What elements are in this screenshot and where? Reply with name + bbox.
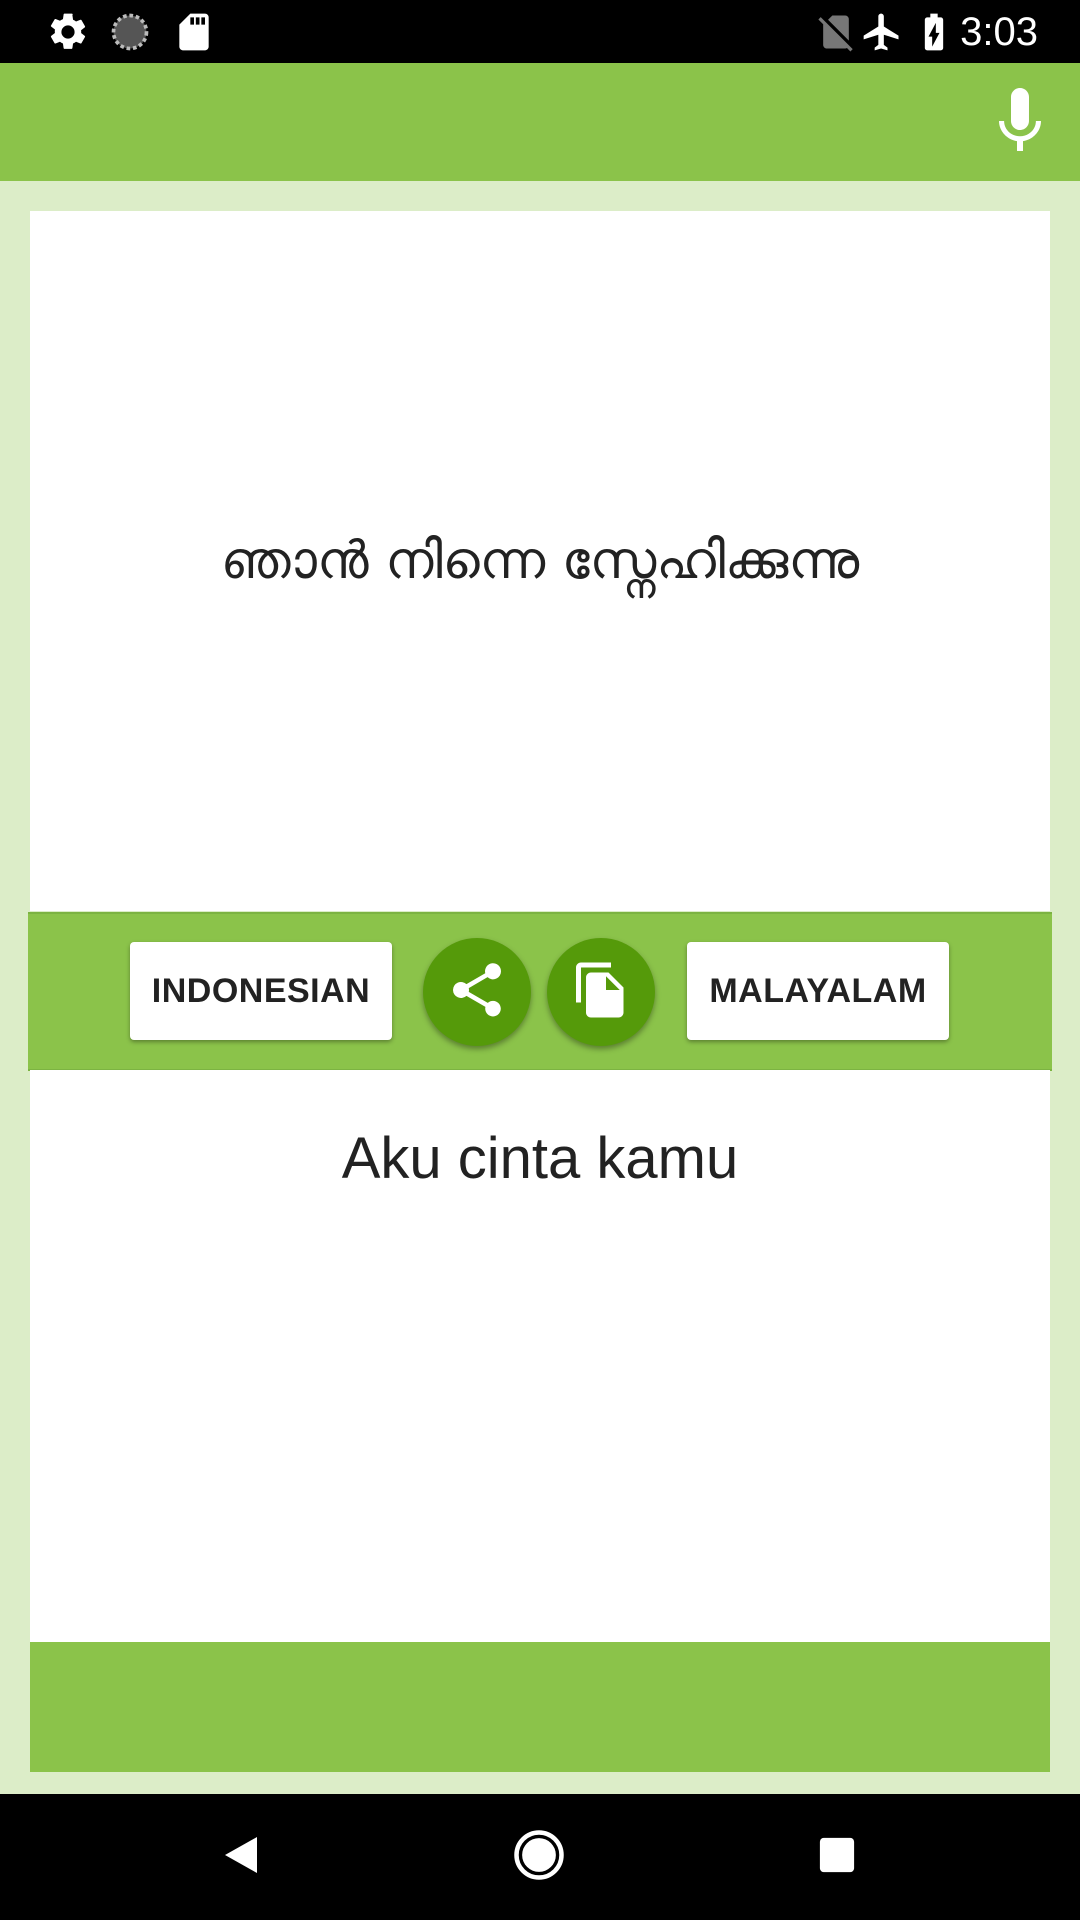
microphone-button[interactable] xyxy=(984,85,1056,161)
microphone-icon xyxy=(990,85,1050,162)
share-icon xyxy=(445,958,509,1027)
copy-button[interactable] xyxy=(547,938,655,1046)
back-icon xyxy=(221,1833,261,1882)
airplane-mode-icon xyxy=(860,10,904,54)
share-button[interactable] xyxy=(423,938,531,1046)
settings-icon xyxy=(46,10,90,54)
translated-text: Aku cinta kamu xyxy=(341,1126,739,1191)
language-bar: INDONESIAN MALAYALAM xyxy=(28,912,1052,1071)
battery-charging-icon xyxy=(912,10,956,54)
back-button[interactable] xyxy=(208,1824,274,1890)
recents-icon xyxy=(818,1836,856,1879)
no-sim-icon xyxy=(814,10,858,54)
home-icon xyxy=(512,1828,566,1887)
sync-circle-icon xyxy=(108,10,152,54)
app-bar xyxy=(0,63,1080,181)
ad-banner xyxy=(30,1642,1050,1772)
clock: 3:03 xyxy=(960,10,1038,54)
navigation-bar xyxy=(0,1794,1080,1920)
copy-icon xyxy=(571,960,631,1025)
recents-button[interactable] xyxy=(804,1824,870,1890)
sd-card-icon xyxy=(172,10,216,54)
to-language-button[interactable]: MALAYALAM xyxy=(687,942,949,1040)
translated-text-card[interactable]: Aku cinta kamu xyxy=(30,1070,1050,1642)
status-bar: 3:03 xyxy=(0,0,1080,63)
home-button[interactable] xyxy=(506,1824,572,1890)
source-text: ഞാൻ നിന്നെ സ്നേഹിക്കുന്നു xyxy=(220,531,860,591)
from-language-button[interactable]: INDONESIAN xyxy=(130,942,392,1040)
source-text-card[interactable]: ഞാൻ നിന്നെ സ്നേഹിക്കുന്നു xyxy=(30,211,1050,911)
